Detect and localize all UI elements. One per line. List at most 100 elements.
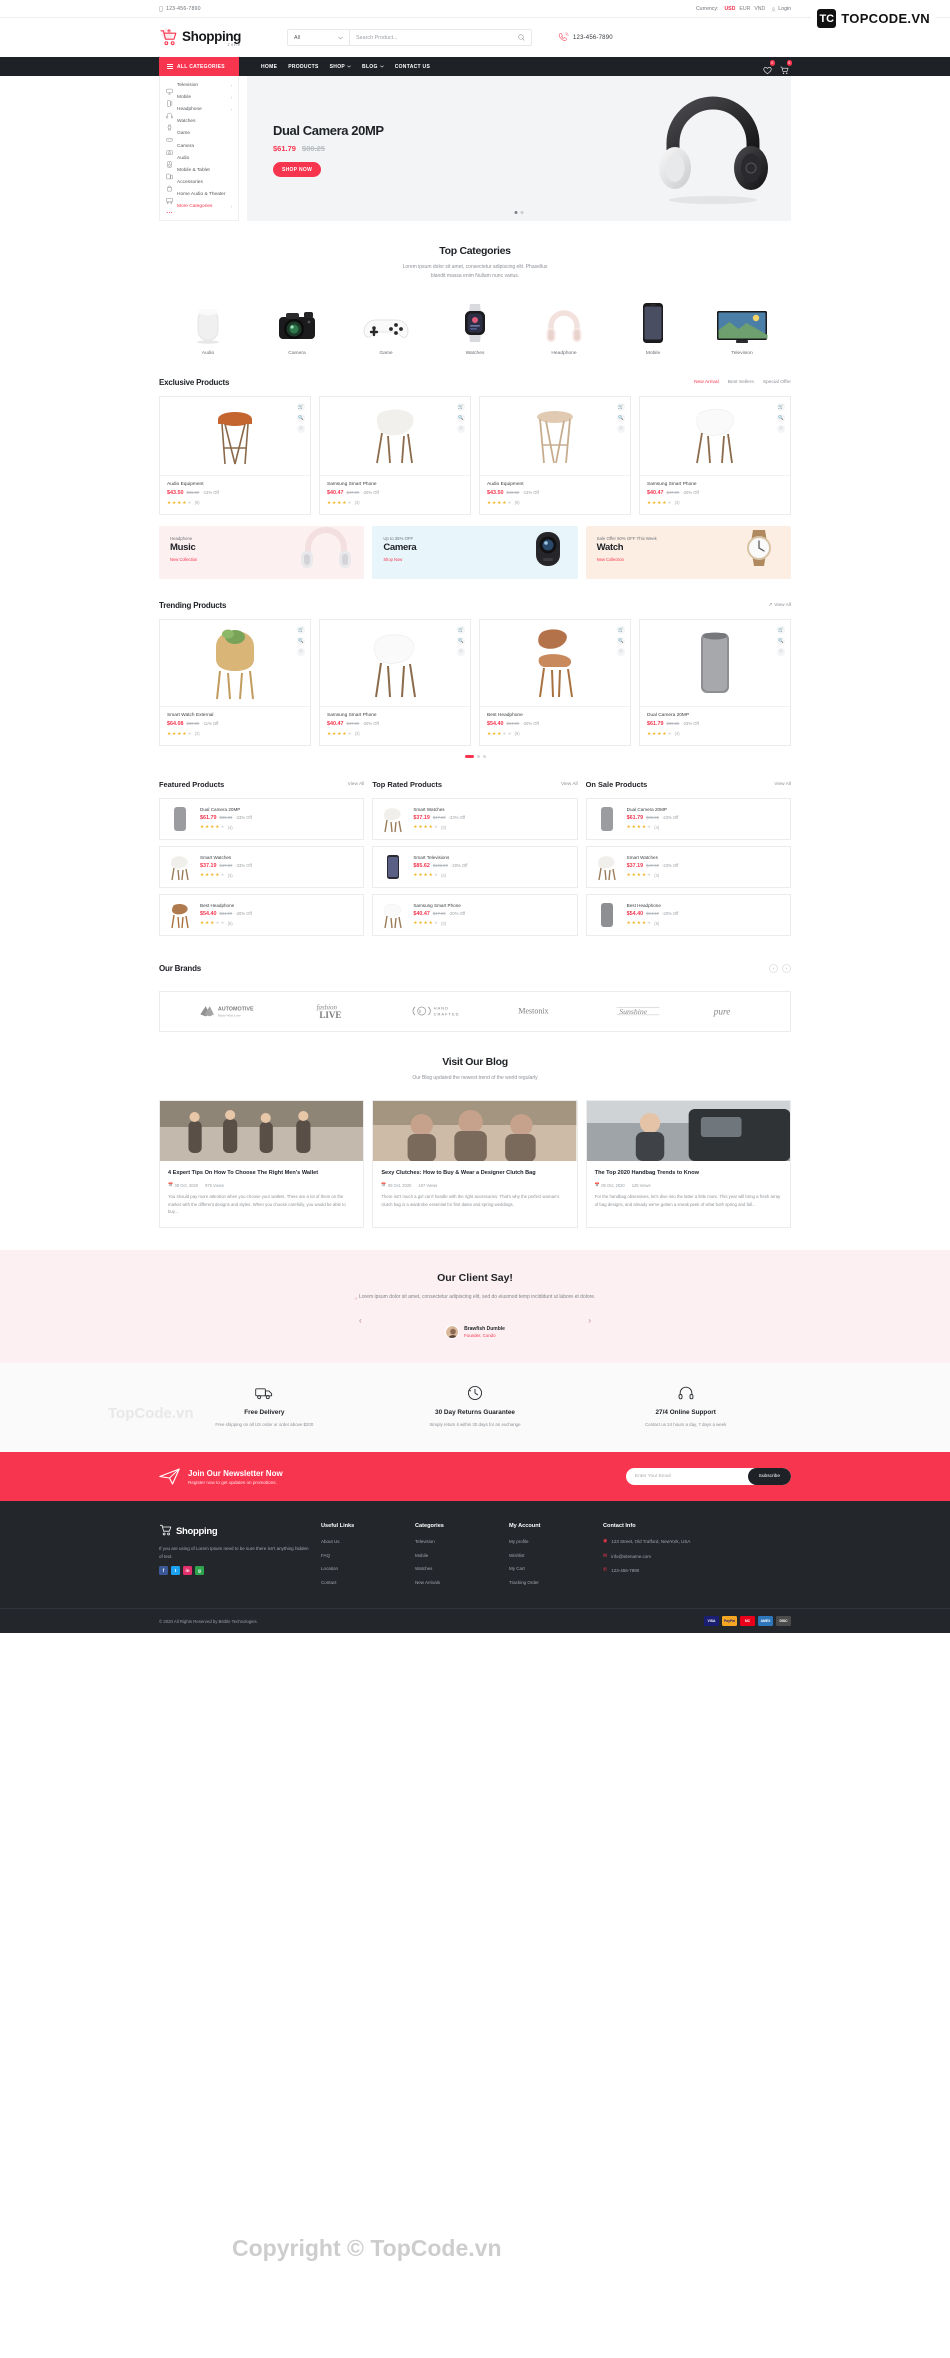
footer-logo[interactable]: Shopping bbox=[159, 1523, 311, 1537]
list-item[interactable]: Samsung Smart Phone $40.47 $47.99 -20% Off… bbox=[372, 893, 578, 936]
promo-camera[interactable]: Up to 35% OFF Camera Shop Now bbox=[372, 525, 578, 579]
sidebar-item-camera[interactable]: Camera bbox=[160, 140, 238, 155]
brand-sunshine[interactable]: Sunshine bbox=[614, 1003, 662, 1019]
top-category-television[interactable]: Television bbox=[711, 300, 773, 356]
topbar-phone[interactable]: 123-456-7890 bbox=[159, 6, 201, 12]
search-action-icon[interactable]: 🔍 bbox=[777, 413, 785, 422]
search-action-icon[interactable]: 🔍 bbox=[297, 636, 305, 645]
hero-carousel-dots[interactable] bbox=[514, 211, 524, 214]
instagram-icon[interactable]: in bbox=[183, 1566, 192, 1576]
contact-email[interactable]: ✉ info@sitename.com bbox=[603, 1553, 723, 1560]
newsletter-email-input[interactable]: Enter Your Email bbox=[626, 1474, 748, 1479]
sidebar-item-mobile-tablet[interactable]: Mobile & Tablet bbox=[160, 164, 238, 180]
cart-button[interactable]: 0 bbox=[780, 60, 792, 74]
hero-banner[interactable]: Dual Camera 20MP $61.79 $80.25 SHOP NOW bbox=[247, 76, 791, 221]
sidebar-item-more-categories[interactable]: More Categories › bbox=[160, 201, 238, 214]
carousel-dot-2[interactable] bbox=[520, 211, 524, 214]
footer-link[interactable]: My profile bbox=[509, 1538, 593, 1545]
brand-automotive[interactable]: AUTOMOTIVE Made With Love bbox=[199, 1003, 261, 1019]
brands-prev-button[interactable]: ‹ bbox=[769, 963, 778, 973]
product-card[interactable]: 🛒 🔍 ♡ Samsung Smart Phone $40.47 $47.99 … bbox=[319, 618, 471, 746]
promo-watch[interactable]: Sale Offer 50% OFF This Week Watch New C… bbox=[585, 525, 791, 579]
search-action-icon[interactable]: 🔍 bbox=[297, 413, 305, 422]
wishlist-action-icon[interactable]: ♡ bbox=[617, 647, 625, 656]
cart-action-icon[interactable]: 🛒 bbox=[777, 625, 785, 634]
all-categories-button[interactable]: ALL CATEGORIES bbox=[159, 57, 239, 76]
footer-link[interactable]: Tracking Order bbox=[509, 1579, 593, 1586]
currency-vnd[interactable]: VND bbox=[754, 6, 765, 12]
facebook-icon[interactable]: f bbox=[159, 1566, 168, 1576]
product-card[interactable]: 🛒 🔍 ♡ Samsung Smart Phone $40.47 $47.99 … bbox=[319, 395, 471, 515]
footer-link[interactable]: Wishlist bbox=[509, 1552, 593, 1559]
wishlist-action-icon[interactable]: ♡ bbox=[297, 647, 305, 656]
login-link[interactable]: Login bbox=[771, 6, 791, 12]
tab-special-offer[interactable]: Special Offer bbox=[763, 380, 791, 385]
top-category-audio[interactable]: Audio bbox=[177, 300, 239, 356]
top-category-camera[interactable]: Camera bbox=[266, 300, 328, 356]
list-item[interactable]: Best Headphone $54.40 $64.99 -20% Off ★ ★ ★ ★… bbox=[159, 893, 365, 936]
list-item[interactable]: Smart Watches $37.19 $47.00 -23% Off ★ ★ ★ ★ ★… bbox=[159, 845, 365, 888]
footer-link[interactable]: FAQ bbox=[321, 1552, 405, 1559]
currency-usd[interactable]: USD bbox=[724, 6, 735, 12]
footer-link[interactable]: Contact bbox=[321, 1579, 405, 1586]
footer-link[interactable]: Location bbox=[321, 1565, 405, 1572]
twitter-icon[interactable]: t bbox=[171, 1566, 180, 1576]
top-category-watches[interactable]: Watches bbox=[444, 300, 506, 356]
nav-item-products[interactable]: PRODUCTS bbox=[288, 64, 318, 70]
list-item[interactable]: Smart Watches $37.19 $47.00 -23% Off ★ ★ ★ ★ ★… bbox=[585, 845, 791, 888]
shop-now-button[interactable]: SHOP NOW bbox=[273, 162, 322, 177]
google-icon[interactable]: g bbox=[195, 1566, 204, 1576]
product-card[interactable]: 🛒 🔍 ♡ Smart Watch External $64.08 $80.00… bbox=[159, 618, 311, 746]
featured-view-all[interactable]: View All bbox=[348, 782, 365, 787]
search-input[interactable]: Search Product... bbox=[350, 30, 531, 45]
product-card[interactable]: 🛒 🔍 ♡ Audio Equipment $43.50 $55.00 -13%… bbox=[159, 395, 311, 515]
wishlist-action-icon[interactable]: ♡ bbox=[617, 424, 625, 433]
cart-action-icon[interactable]: 🛒 bbox=[297, 402, 305, 411]
brand-pure[interactable]: pure bbox=[711, 1003, 751, 1019]
tab-best-sellers[interactable]: Best Sellers bbox=[728, 380, 754, 385]
cart-action-icon[interactable]: 🛒 bbox=[297, 625, 305, 634]
footer-link[interactable]: About Us bbox=[321, 1538, 405, 1545]
search-category-select[interactable]: All bbox=[288, 30, 350, 45]
brand-mestonix[interactable]: Mestonix bbox=[517, 1004, 565, 1018]
brands-next-button[interactable]: › bbox=[782, 963, 791, 973]
cart-action-icon[interactable]: 🛒 bbox=[457, 625, 465, 634]
top-rated-view-all[interactable]: View All bbox=[561, 782, 578, 787]
wishlist-button[interactable]: 0 bbox=[763, 60, 775, 75]
list-item[interactable]: Dual Camera 20MP $61.79 $80.25 -23% Off ★ ★… bbox=[585, 797, 791, 840]
wishlist-action-icon[interactable]: ♡ bbox=[457, 647, 465, 656]
footer-link[interactable]: New Arrivals bbox=[415, 1579, 499, 1586]
testimonial-prev-button[interactable]: ‹ bbox=[359, 1316, 362, 1325]
blog-post-card[interactable]: 4 Expert Tips On How To Choose The Right… bbox=[159, 1099, 365, 1228]
header-phone[interactable]: 123-456-7890 bbox=[558, 32, 613, 43]
newsletter-form[interactable]: Enter Your Email Subscribe bbox=[626, 1468, 791, 1486]
sidebar-item-television[interactable]: Television › bbox=[160, 79, 238, 94]
search-action-icon[interactable]: 🔍 bbox=[457, 413, 465, 422]
top-category-game[interactable]: Game bbox=[355, 300, 417, 356]
subscribe-button[interactable]: Subscribe bbox=[747, 1468, 791, 1486]
sidebar-item-audio[interactable]: Audio bbox=[160, 152, 238, 168]
sidebar-item-watches[interactable]: Watches bbox=[160, 116, 238, 131]
blog-post-card[interactable]: Sexy Clutches: How to Buy & Wear a Desig… bbox=[372, 1099, 578, 1228]
top-category-mobile[interactable]: Mobile bbox=[622, 300, 684, 356]
list-item[interactable]: Smart Watches $37.19 $47.00 -23% Off ★ ★ ★ ★ ★… bbox=[372, 797, 578, 840]
footer-link[interactable]: Watches bbox=[415, 1565, 499, 1572]
wishlist-action-icon[interactable]: ♡ bbox=[297, 424, 305, 433]
search-action-icon[interactable]: 🔍 bbox=[457, 636, 465, 645]
product-card[interactable]: 🛒 🔍 ♡ Audio Equipment $43.50 $49.00 -13%… bbox=[479, 395, 631, 515]
cart-action-icon[interactable]: 🛒 bbox=[777, 402, 785, 411]
logo[interactable]: Shopping zone bbox=[159, 28, 277, 47]
brand-fashion-live[interactable]: fashion LIVE bbox=[310, 1002, 362, 1020]
search-action-icon[interactable]: 🔍 bbox=[617, 413, 625, 422]
top-category-headphone[interactable]: Headphone bbox=[533, 300, 595, 356]
tab-new-arrival[interactable]: New Arrival bbox=[694, 380, 719, 385]
list-item[interactable]: Smart Televisions $85.62 $102.00 -20% Off … bbox=[372, 845, 578, 888]
currency-eur[interactable]: EUR bbox=[739, 6, 750, 12]
sidebar-item-mobile[interactable]: Mobile › bbox=[160, 91, 238, 107]
testimonial-next-button[interactable]: › bbox=[588, 1316, 591, 1325]
product-card[interactable]: 🛒 🔍 ♡ Best Headphone $54.40 $64.99 -20% … bbox=[479, 618, 631, 746]
list-item[interactable]: Dual Camera 20MP $61.79 $80.25 -23% Off ★ ★… bbox=[159, 797, 365, 840]
currency-switcher[interactable]: USD EUR VND bbox=[724, 6, 765, 12]
wishlist-action-icon[interactable]: ♡ bbox=[457, 424, 465, 433]
list-item[interactable]: Best Headphone $54.40 $64.99 -20% Off ★ ★ ★ ★… bbox=[585, 893, 791, 936]
